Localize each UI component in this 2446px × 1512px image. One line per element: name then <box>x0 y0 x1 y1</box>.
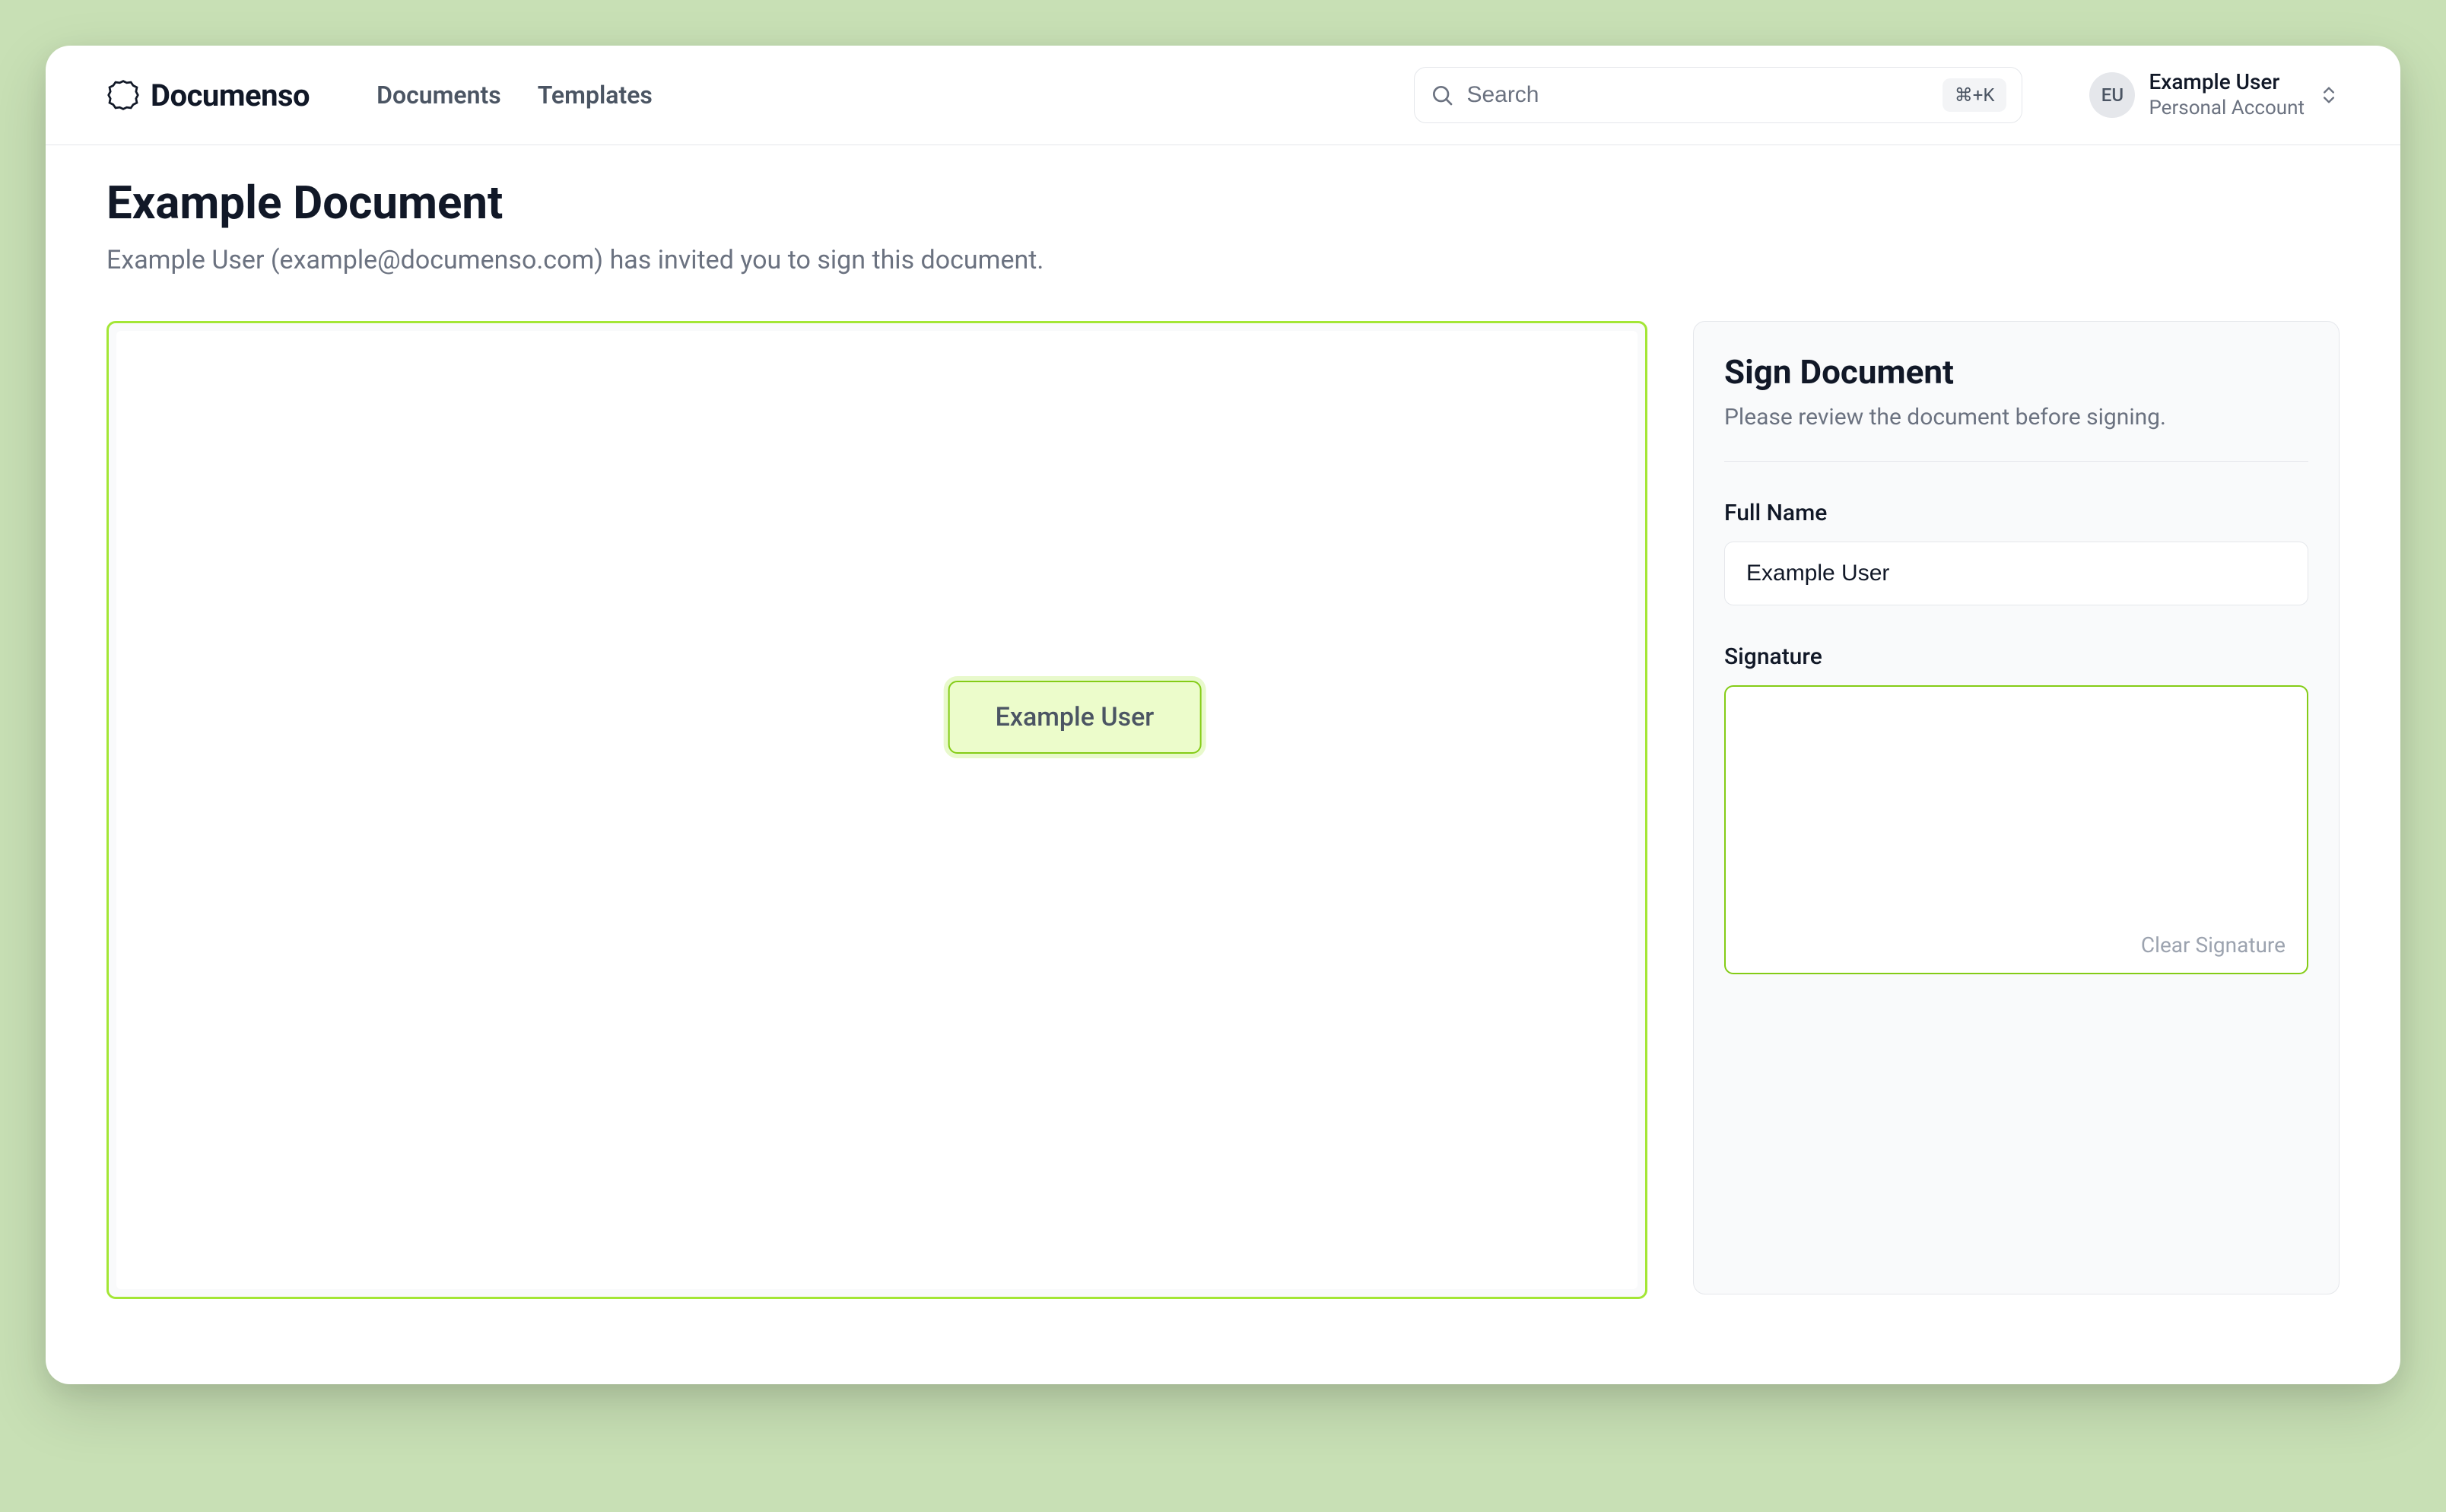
chevron-up-down-icon <box>2318 84 2340 106</box>
signature-label: Signature <box>1724 643 2308 670</box>
panel-subtitle: Please review the document before signin… <box>1724 404 2308 462</box>
signature-pad[interactable]: Clear Signature <box>1724 685 2308 974</box>
avatar: EU <box>2089 72 2135 118</box>
full-name-input[interactable] <box>1724 542 2308 605</box>
search-bar[interactable]: ⌘+K <box>1414 67 2022 123</box>
signature-group: Signature Clear Signature <box>1724 643 2308 974</box>
user-account-type: Personal Account <box>2149 96 2305 122</box>
document-name-field[interactable]: Example User <box>948 681 1202 754</box>
clear-signature-button[interactable]: Clear Signature <box>2141 932 2286 958</box>
main-nav: Documents Templates <box>376 81 653 110</box>
page-title: Example Document <box>106 176 2340 230</box>
nav-templates[interactable]: Templates <box>538 81 653 110</box>
search-icon <box>1430 83 1454 107</box>
logo-icon <box>106 78 140 112</box>
user-info: Example User Personal Account <box>2149 68 2305 122</box>
panel-title: Sign Document <box>1724 352 2308 392</box>
document-page: Example User <box>116 331 1638 1289</box>
content: Example Document Example User (example@d… <box>46 145 2400 1299</box>
full-name-label: Full Name <box>1724 500 2308 526</box>
user-name: Example User <box>2149 68 2305 96</box>
full-name-group: Full Name <box>1724 500 2308 605</box>
user-menu[interactable]: EU Example User Personal Account <box>2089 68 2340 122</box>
logo[interactable]: Documenso <box>106 78 310 113</box>
search-input[interactable] <box>1466 82 1930 108</box>
nav-documents[interactable]: Documents <box>376 81 501 110</box>
search-shortcut: ⌘+K <box>1943 78 2007 112</box>
logo-text: Documenso <box>151 78 310 113</box>
page-subtitle: Example User (example@documenso.com) has… <box>106 245 2340 275</box>
header: Documenso Documents Templates ⌘+K EU Exa… <box>46 46 2400 145</box>
sign-panel: Sign Document Please review the document… <box>1693 321 2340 1294</box>
app-window: Documenso Documents Templates ⌘+K EU Exa… <box>46 46 2400 1384</box>
main-layout: Example User Sign Document Please review… <box>106 321 2340 1299</box>
document-viewer[interactable]: Example User <box>106 321 1647 1299</box>
